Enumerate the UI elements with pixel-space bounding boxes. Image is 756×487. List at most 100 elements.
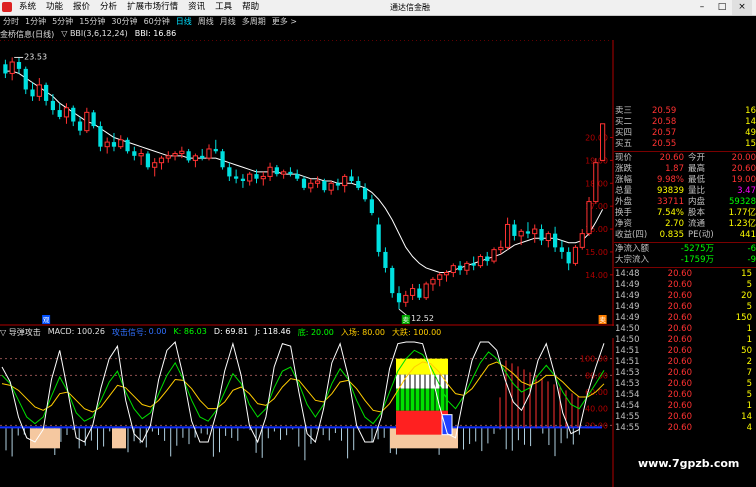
candle-body — [586, 201, 592, 235]
candle — [403, 290, 409, 307]
tick-time: 14:54 — [615, 401, 640, 411]
j-value: J: 118.46 — [255, 327, 291, 336]
flow-label: 大宗流入 — [615, 255, 650, 265]
candle-body — [403, 294, 409, 303]
tick-price: 20.60 — [667, 423, 692, 433]
period-tab-1[interactable]: 1分钟 — [22, 16, 49, 28]
candle — [200, 148, 205, 161]
menu-item-7[interactable]: 帮助 — [237, 0, 264, 15]
bid-row: 卖三 20.59 16 — [614, 106, 756, 117]
price-chart[interactable]: 20.0019.0018.0017.0016.0015.0014.0023.53… — [0, 40, 614, 326]
period-tab-2[interactable]: 5分钟 — [49, 16, 76, 28]
maximize-button[interactable]: □ — [712, 0, 732, 15]
tick-volume: 15 — [741, 269, 752, 279]
candle — [77, 116, 83, 136]
candle — [390, 265, 395, 298]
candle — [579, 229, 585, 250]
period-tab-9[interactable]: 多周期 — [239, 16, 269, 28]
candle-body — [165, 155, 171, 159]
candle-body — [254, 174, 259, 179]
candle-body — [132, 151, 137, 156]
stat-label: 现价 — [615, 153, 633, 163]
period-tab-4[interactable]: 30分钟 — [108, 16, 140, 28]
divider — [614, 151, 756, 152]
stat-value: 0.835 — [659, 230, 684, 240]
big-drop-level-value: 大跌: 100.00 — [392, 328, 442, 337]
tick-volume: 5 — [746, 280, 752, 290]
enter-level-value: 入场: 80.00 — [340, 328, 386, 337]
bid-volume: 15 — [745, 139, 756, 149]
candle — [260, 171, 266, 186]
candle-body — [566, 251, 571, 264]
bbi-indicator-name[interactable]: ▽ BBI(3,6,12,24) — [61, 29, 127, 40]
indicator-chart[interactable]: 100.0080.0060.0040.0020.00 — [0, 338, 614, 487]
stat-value: 1.77亿 — [728, 208, 756, 218]
tick-time: 14:50 — [615, 324, 640, 334]
menu-item-5[interactable]: 资讯 — [183, 0, 210, 15]
menu-item-4[interactable]: 扩展市场行情 — [122, 0, 183, 15]
tick-time: 14:55 — [615, 423, 640, 433]
tick-row: 14:51 20.60 50 — [614, 346, 756, 357]
tick-row: 14:49 20.60 150 — [614, 313, 756, 324]
candle — [9, 57, 15, 81]
menu-item-3[interactable]: 分析 — [95, 0, 122, 15]
candle — [91, 110, 96, 129]
tick-row: 14:54 20.60 1 — [614, 401, 756, 412]
candle — [532, 224, 538, 243]
candle-body — [369, 199, 374, 214]
menu-item-0[interactable]: 系统 — [14, 0, 41, 15]
k-value: K: 86.03 — [173, 327, 207, 336]
stat-row: 收益(四) 0.835 PE(动) 441 — [614, 230, 756, 241]
window-controls: – □ × — [692, 0, 752, 15]
period-tab-7[interactable]: 周线 — [195, 16, 217, 28]
tick-time: 14:53 — [615, 368, 640, 378]
candle-body — [104, 141, 110, 148]
candle — [457, 261, 463, 275]
menu-item-1[interactable]: 功能 — [41, 0, 68, 15]
period-tab-8[interactable]: 月线 — [217, 16, 239, 28]
candle — [98, 121, 103, 152]
candle — [247, 171, 253, 186]
candle-body — [118, 139, 124, 148]
tick-volume: 14 — [741, 412, 752, 422]
candle-body — [437, 274, 443, 280]
candle-body — [396, 293, 402, 303]
period-tab-3[interactable]: 15分钟 — [76, 16, 108, 28]
bid-label: 买五 — [615, 139, 633, 149]
period-tab-6[interactable]: 日线 — [173, 16, 195, 28]
tick-volume: 5 — [746, 379, 752, 389]
flow-row: 大宗流入 -1759万 -9 — [614, 255, 756, 266]
indicator-name[interactable]: ▽ 导弹攻击 — [0, 327, 41, 338]
candle-body — [179, 150, 185, 155]
period-tab-0[interactable]: 分时 — [0, 16, 22, 28]
bid-volume: 49 — [745, 128, 756, 138]
period-tab-10[interactable]: 更多 > — [269, 16, 300, 28]
candle-body — [50, 100, 56, 111]
candle-body — [491, 249, 497, 262]
stat-label: 净资 — [615, 219, 633, 229]
candle-body — [63, 107, 70, 118]
stat-label: 今开 — [688, 153, 706, 163]
stat-value: 2.70 — [665, 219, 684, 229]
indicator-axis-label: 80.00 — [585, 371, 608, 380]
flow-label: 净流入额 — [615, 244, 650, 254]
attack-signal-value: 0.00 — [148, 327, 167, 336]
candle-body — [600, 123, 606, 161]
d-value: D: 69.81 — [213, 327, 249, 336]
tick-price: 20.60 — [667, 379, 692, 389]
candle-body — [430, 278, 436, 285]
candle-body — [539, 229, 544, 241]
candle — [491, 247, 497, 264]
period-tab-5[interactable]: 60分钟 — [141, 16, 173, 28]
indicator-axis-label: 40.00 — [585, 405, 608, 414]
divider — [614, 267, 756, 268]
tick-row: 14:49 20.60 20 — [614, 291, 756, 302]
indicator-legend: ▽ 导弹攻击 MACD: 100.26 攻击信号: 0.00 K: 86.03 … — [0, 327, 448, 338]
candle — [152, 158, 158, 177]
close-button[interactable]: × — [732, 0, 752, 15]
menu-item-2[interactable]: 报价 — [68, 0, 95, 15]
macd-value: MACD: 100.26 — [47, 327, 105, 336]
stat-value: 93839 — [656, 186, 684, 196]
minimize-button[interactable]: – — [692, 0, 712, 15]
menu-item-6[interactable]: 工具 — [210, 0, 237, 15]
